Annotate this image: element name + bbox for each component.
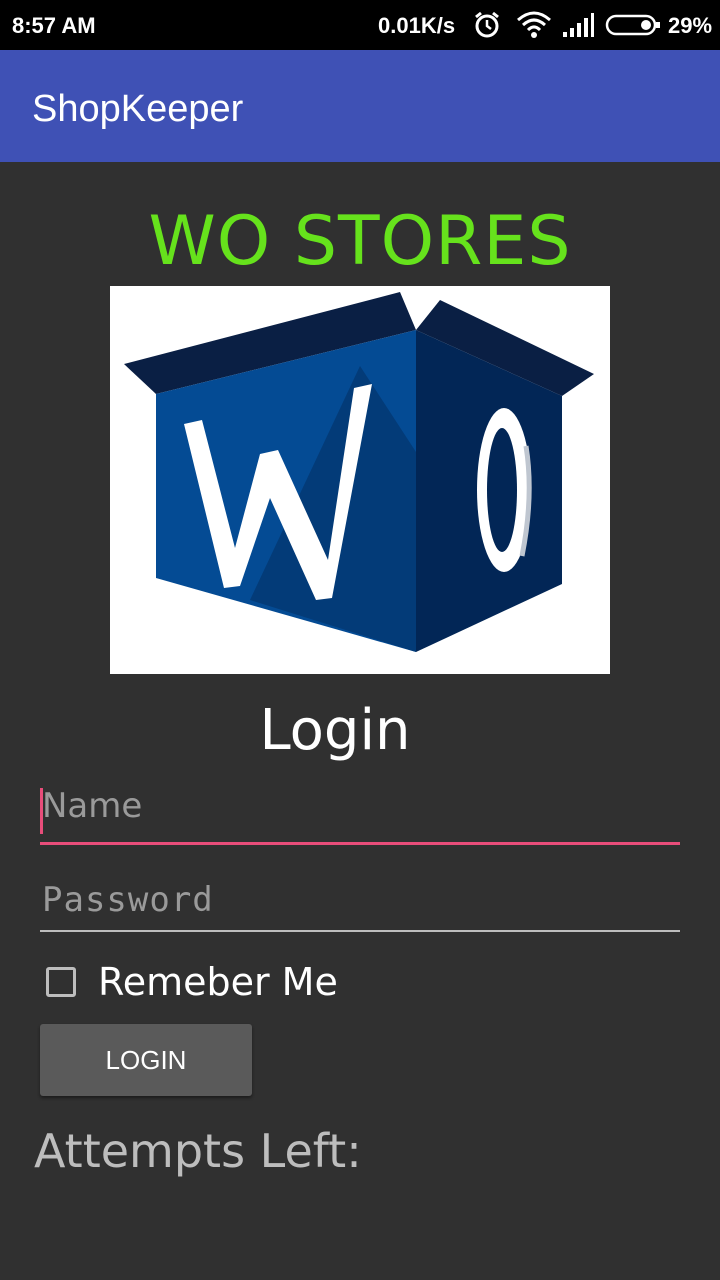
name-field[interactable] bbox=[40, 786, 680, 845]
checkbox-icon[interactable] bbox=[46, 967, 76, 997]
text-cursor bbox=[40, 788, 43, 834]
attempts-left-label: Attempts Left: bbox=[34, 1124, 362, 1178]
wifi-icon bbox=[516, 10, 552, 46]
network-speed: 0.01K/s bbox=[378, 13, 456, 38]
password-input[interactable] bbox=[40, 880, 680, 928]
battery-percent: 29% bbox=[668, 13, 713, 38]
signal-icon bbox=[562, 10, 594, 46]
password-field[interactable] bbox=[40, 880, 680, 932]
name-input[interactable] bbox=[40, 786, 680, 834]
app-bar: ShopKeeper bbox=[0, 50, 720, 162]
remember-me-checkbox[interactable]: Remeber Me bbox=[46, 960, 338, 1004]
login-button[interactable]: LOGIN bbox=[40, 1024, 252, 1096]
store-logo bbox=[110, 286, 610, 674]
battery-icon bbox=[605, 14, 661, 42]
app-title: ShopKeeper bbox=[32, 88, 244, 130]
remember-me-label: Remeber Me bbox=[98, 960, 338, 1004]
store-name: WO STORES bbox=[148, 202, 572, 281]
status-bar: 8:57 AM 0.01K/s 29% bbox=[0, 0, 720, 50]
alarm-icon bbox=[472, 10, 502, 46]
login-heading: Login bbox=[259, 698, 411, 763]
status-time: 8:57 AM bbox=[12, 13, 96, 38]
